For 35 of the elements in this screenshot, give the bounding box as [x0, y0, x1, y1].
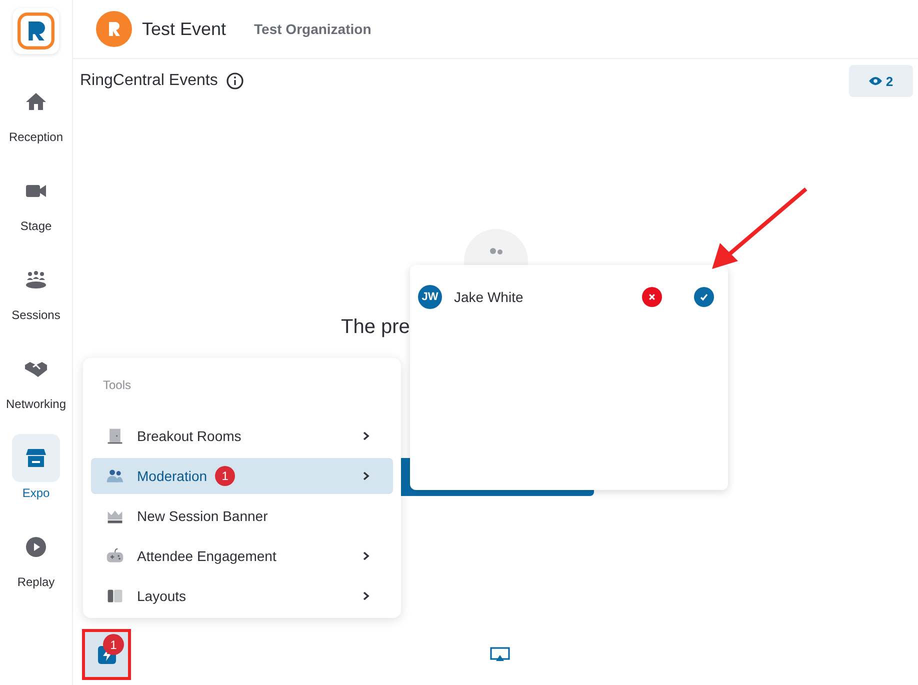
event-title: Test Event	[142, 18, 226, 40]
approve-button[interactable]	[694, 287, 714, 307]
door-icon	[106, 427, 124, 445]
sidebar-item[interactable]: Sessions	[0, 256, 72, 345]
sidebar-item[interactable]: Replay	[0, 523, 72, 612]
sidebar-item[interactable]: Networking	[0, 345, 72, 434]
people-icon	[106, 467, 124, 485]
organization-name: Test Organization	[254, 21, 372, 37]
stage-heading: The pre	[341, 316, 410, 339]
user-avatar: JW	[418, 285, 442, 309]
menu-title: Tools	[103, 378, 132, 392]
menu-item[interactable]: Attendee Engagement	[91, 538, 393, 574]
menu-item[interactable]: Layouts	[91, 578, 393, 614]
checkmark-icon	[699, 292, 709, 302]
sidebar-item[interactable]: Stage	[0, 167, 72, 256]
eye-icon	[868, 76, 882, 86]
close-icon	[648, 293, 656, 301]
sidebar-item[interactable]: Reception	[0, 78, 72, 167]
stage-title: RingCentral Events	[80, 72, 218, 90]
gamepad-icon	[106, 547, 124, 565]
app-logo	[13, 8, 59, 54]
menu-item[interactable]: New Session Banner	[91, 498, 393, 534]
screen-share-icon[interactable]	[490, 646, 510, 664]
user-name: Jake White	[454, 289, 524, 305]
notification-badge: 1	[215, 466, 236, 486]
reject-button[interactable]	[642, 287, 662, 307]
event-logo	[96, 11, 132, 47]
menu-item[interactable]: Breakout Rooms	[91, 418, 393, 454]
sidebar-item[interactable]: Expo	[0, 434, 72, 523]
info-icon	[226, 72, 244, 90]
play-icon	[24, 535, 48, 559]
menu-item[interactable]: Moderation 1	[91, 458, 393, 494]
booth-icon	[24, 446, 48, 470]
viewer-count-button[interactable]: 2	[849, 65, 913, 97]
layout-icon	[106, 587, 124, 605]
